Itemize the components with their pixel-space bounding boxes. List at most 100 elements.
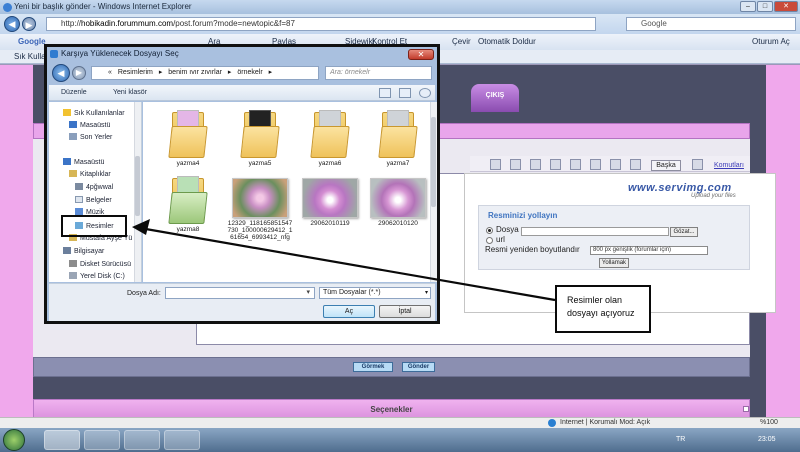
radio-url[interactable]: [486, 237, 493, 244]
file-name: yazma6: [318, 160, 342, 167]
toolbar-quote-icon[interactable]: [530, 159, 541, 170]
taskbar: TR 23:05: [0, 428, 800, 452]
image-thumbnail: [232, 178, 288, 218]
toolbar-color-icon[interactable]: [590, 159, 601, 170]
cikis-tab[interactable]: ÇIKIŞ: [471, 84, 519, 112]
forward-button[interactable]: ▶: [22, 17, 36, 31]
file-tile[interactable]: yazma6: [297, 110, 363, 167]
nav-belgeler[interactable]: Belgeler: [75, 196, 112, 204]
toolbar-help-icon[interactable]: [692, 159, 703, 170]
file-name: 12329_118165851547730_100000629412_16165…: [227, 220, 293, 241]
file-tile[interactable]: yazma5: [227, 110, 293, 167]
zoom-level[interactable]: %100: [760, 418, 778, 428]
file-tile[interactable]: 12329_118165851547730_100000629412_16165…: [227, 176, 293, 241]
radio-dosya[interactable]: [486, 227, 493, 234]
url-host: hobikadin.forummum.com: [81, 19, 174, 28]
nav-disket[interactable]: Disket Sürücüsü: [69, 260, 131, 268]
taskbar-ie-icon[interactable]: [44, 430, 80, 450]
dialog-close-button[interactable]: ✕: [408, 49, 434, 60]
baska-button[interactable]: Başka: [651, 160, 681, 171]
clock[interactable]: 23:05: [758, 436, 776, 443]
nav-yerel-disk[interactable]: Yerel Disk (C:): [69, 272, 125, 280]
toolbar-image-icon[interactable]: [490, 159, 501, 170]
radio-dosya-label: Dosya: [496, 225, 519, 234]
submit-button[interactable]: Gönder: [402, 362, 435, 372]
file-tile[interactable]: 29062010120: [365, 176, 431, 227]
floppy-icon: [69, 260, 77, 267]
taskbar-media-icon[interactable]: [124, 430, 160, 450]
dialog-forward-button[interactable]: ▶: [72, 66, 86, 80]
toolbar-font-icon[interactable]: [610, 159, 621, 170]
close-icon[interactable]: ✕: [774, 1, 798, 12]
folder-icon: [168, 110, 208, 158]
dialog-command-bar: Düzenle Yeni klasör: [49, 85, 435, 101]
nav-masaustu[interactable]: Masaüstü: [69, 121, 110, 129]
dialog-breadcrumb[interactable]: « Resimlerim ▸ benim ıvır zıvırlar ▸ örn…: [91, 66, 319, 80]
desktop-icon: [69, 121, 77, 128]
url-prefix: http://: [61, 19, 82, 28]
file-view-scroll-thumb[interactable]: [431, 117, 436, 207]
dialog-search-input[interactable]: Ara: örnekelr: [325, 66, 432, 80]
resize-select[interactable]: 800 px genişlik (forumlar için): [590, 246, 708, 255]
help-icon[interactable]: [419, 88, 431, 98]
nav-kitapliklar[interactable]: Kitaplıklar: [69, 170, 111, 178]
nav-favorites[interactable]: Sık Kullanılanlar: [63, 109, 125, 117]
file-tile[interactable]: yazma7: [365, 110, 431, 167]
taskbar-app-icon[interactable]: [164, 430, 200, 450]
options-toggle-icon[interactable]: [743, 406, 749, 412]
language-indicator[interactable]: TR: [676, 436, 685, 443]
breadcrumb-segment[interactable]: benim ıvır zıvırlar: [168, 69, 222, 76]
nav-favorites-label: Sık Kullanılanlar: [74, 110, 125, 117]
filename-input[interactable]: ▾: [165, 287, 315, 299]
start-button[interactable]: [3, 429, 25, 451]
organize-button[interactable]: Düzenle: [61, 85, 87, 101]
breadcrumb-segment[interactable]: örnekelr: [237, 69, 262, 76]
toolbar-table-icon[interactable]: [570, 159, 581, 170]
yollamak-button[interactable]: Yollamak: [599, 258, 629, 268]
nav-bilgisayar[interactable]: Bilgisayar: [63, 247, 104, 255]
file-tile[interactable]: yazma8: [155, 176, 221, 233]
back-button[interactable]: ◀: [4, 16, 20, 32]
ie-logo-icon: [3, 3, 12, 12]
desktop-icon: [63, 158, 71, 165]
browser-search-input[interactable]: Google: [626, 17, 796, 31]
folder-icon: [378, 110, 418, 158]
dialog-back-button[interactable]: ◀: [52, 64, 70, 82]
google-otomatik-button[interactable]: Otomatik Doldur: [478, 34, 536, 50]
google-cevir-button[interactable]: Çevir: [452, 34, 471, 50]
dialog-title-bar: Karşıya Yüklenecek Dosyayı Seç: [47, 47, 437, 61]
taskbar-explorer-icon[interactable]: [84, 430, 120, 450]
dialog-nav-row: ◀ ▶ « Resimlerim ▸ benim ıvır zıvırlar ▸…: [49, 63, 435, 83]
cancel-button[interactable]: İptal: [379, 305, 431, 318]
toolbar-code-icon[interactable]: [550, 159, 561, 170]
preview-pane-icon[interactable]: [399, 88, 411, 98]
filetype-select[interactable]: Tüm Dosyalar (*.*) ▾: [319, 287, 431, 299]
nav-apgwwal[interactable]: 4pğwwal: [75, 183, 113, 191]
breadcrumb-separator-icon: ▸: [227, 69, 232, 76]
toolbar-link-icon[interactable]: [510, 159, 521, 170]
system-tray: TR 23:05: [650, 428, 800, 452]
open-button[interactable]: Aç: [323, 305, 375, 318]
file-tile[interactable]: 29062010119: [297, 176, 363, 227]
file-name: yazma7: [386, 160, 410, 167]
nav-pane-scroll-thumb[interactable]: [135, 156, 140, 216]
servimg-tagline: Upload your files: [691, 193, 736, 199]
gozat-button[interactable]: Gözat...: [670, 227, 698, 237]
chevron-down-icon[interactable]: ▾: [306, 289, 310, 296]
preview-button[interactable]: Görmek: [353, 362, 393, 372]
google-oturum-button[interactable]: Oturum Aç: [752, 34, 790, 50]
breadcrumb-segment[interactable]: Resimlerim: [118, 69, 153, 76]
komutlar-link[interactable]: Komutları: [714, 162, 744, 169]
toolbar-size-icon[interactable]: [630, 159, 641, 170]
view-options-icon[interactable]: [379, 88, 391, 98]
folder-icon: [240, 110, 280, 158]
file-tile[interactable]: yazma4: [155, 110, 221, 167]
nav-son-yerler[interactable]: Son Yerler: [69, 133, 112, 141]
address-input[interactable]: http://hobikadin.forummum.com/post.forum…: [46, 17, 596, 31]
nav-masaustu2[interactable]: Masaüstü: [63, 158, 104, 166]
servimg-file-input[interactable]: [521, 227, 669, 236]
nav-belgeler-label: Belgeler: [86, 197, 112, 204]
minimize-icon[interactable]: –: [740, 1, 756, 12]
maximize-icon[interactable]: □: [757, 1, 773, 12]
new-folder-button[interactable]: Yeni klasör: [113, 85, 147, 101]
